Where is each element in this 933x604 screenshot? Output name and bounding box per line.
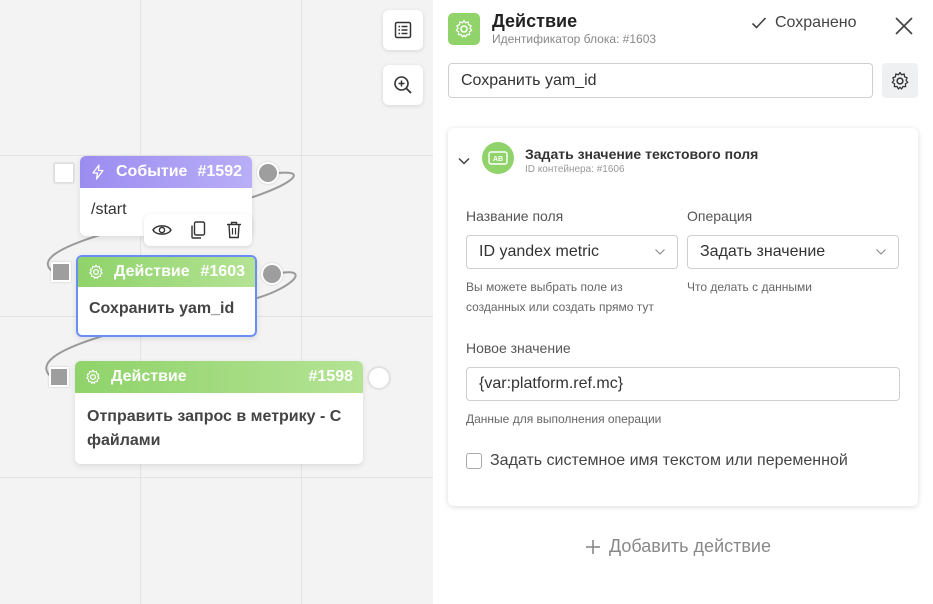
saved-status: Сохранено [751,14,857,32]
close-button[interactable] [892,14,916,38]
eye-icon [152,225,172,235]
field-name-label: Название поля [466,208,564,224]
field-name-hint: Вы можете выбрать поле из созданных или … [466,277,654,317]
card-title: Задать значение текстового поля [525,146,759,162]
node-type: Событие [116,163,188,180]
collapse-toggle[interactable] [458,152,470,170]
flow-node-action[interactable]: Действие #1598 Отправить запрос в метрик… [75,361,363,464]
chevron-down-icon [655,249,665,255]
chevron-down-icon [458,157,470,165]
gear-icon [85,368,103,386]
node-actions-toolbar [144,214,252,246]
field-name-value: ID yandex metric [479,243,600,260]
node-input-port[interactable] [54,163,74,183]
saved-label: Сохранено [775,14,857,31]
copy-button[interactable] [180,214,216,246]
copy-icon [191,221,206,239]
operation-value: Задать значение [700,243,826,260]
block-settings-panel: Действие Идентификатор блока: #1603 Сохр… [433,0,933,604]
node-type: Действие [114,263,190,280]
zoom-in-icon [394,76,412,94]
gear-icon [448,13,480,45]
lightning-icon [90,163,108,181]
operation-hint: Что делать с данными [687,280,812,294]
gear-icon [891,71,909,90]
zoom-in-button[interactable] [383,65,423,105]
plus-icon [586,539,600,554]
system-name-label[interactable]: Задать системное имя текстом или перемен… [490,452,848,470]
node-output-port[interactable] [257,162,279,184]
node-text: Отправить запрос в метрику - С файлами [87,408,342,449]
close-icon [895,17,913,35]
node-header: Событие #1592 [80,156,252,188]
add-action-button[interactable]: Добавить действие [585,536,771,557]
panel-title: Действие [492,11,578,31]
node-output-port[interactable] [261,263,283,285]
block-settings-button[interactable] [882,63,918,98]
svg-text:AB: AB [493,156,503,163]
node-id: #1603 [200,263,246,280]
add-action-label: Добавить действие [609,536,771,556]
flow-canvas[interactable]: Событие #1592 /start Действие #1603 Сохр… [0,0,433,604]
node-header: Действие #1598 [75,361,363,393]
node-type: Действие [111,368,187,385]
text-field-icon: AB [482,142,514,174]
list-button[interactable] [383,10,423,50]
node-id: #1592 [197,163,243,180]
field-name-hint-line: созданных или создать прямо тут [466,300,654,314]
node-header: Действие #1603 [78,257,255,287]
block-id-label: Идентификатор блока: #1603 [492,32,657,46]
field-name-select[interactable]: ID yandex metric [466,235,678,269]
delete-button[interactable] [216,214,252,246]
node-id: #1598 [308,368,354,385]
operation-label: Операция [687,208,753,224]
new-value-hint: Данные для выполнения операции [466,412,662,426]
action-card: AB Задать значение текстового поля ID ко… [448,128,918,506]
node-output-port[interactable] [368,367,390,389]
node-text: Сохранить yam_id [89,300,235,317]
list-icon [394,21,412,39]
flow-node-action-selected[interactable]: Действие #1603 Сохранить yam_id [76,255,257,337]
checkmark-icon [751,17,767,29]
new-value-label: Новое значение [466,340,571,356]
chevron-down-icon [876,249,886,255]
gear-icon [88,263,106,281]
system-name-checkbox[interactable] [466,453,482,469]
node-input-port[interactable] [49,367,69,387]
trash-icon [227,221,241,239]
container-id-label: ID контейнера: #1606 [525,164,625,175]
operation-select[interactable]: Задать значение [687,235,899,269]
new-value-input[interactable] [466,367,900,401]
preview-button[interactable] [144,214,180,246]
block-name-input[interactable] [448,63,873,98]
field-name-hint-line: Вы можете выбрать поле из [466,280,623,294]
node-input-port[interactable] [51,262,71,282]
